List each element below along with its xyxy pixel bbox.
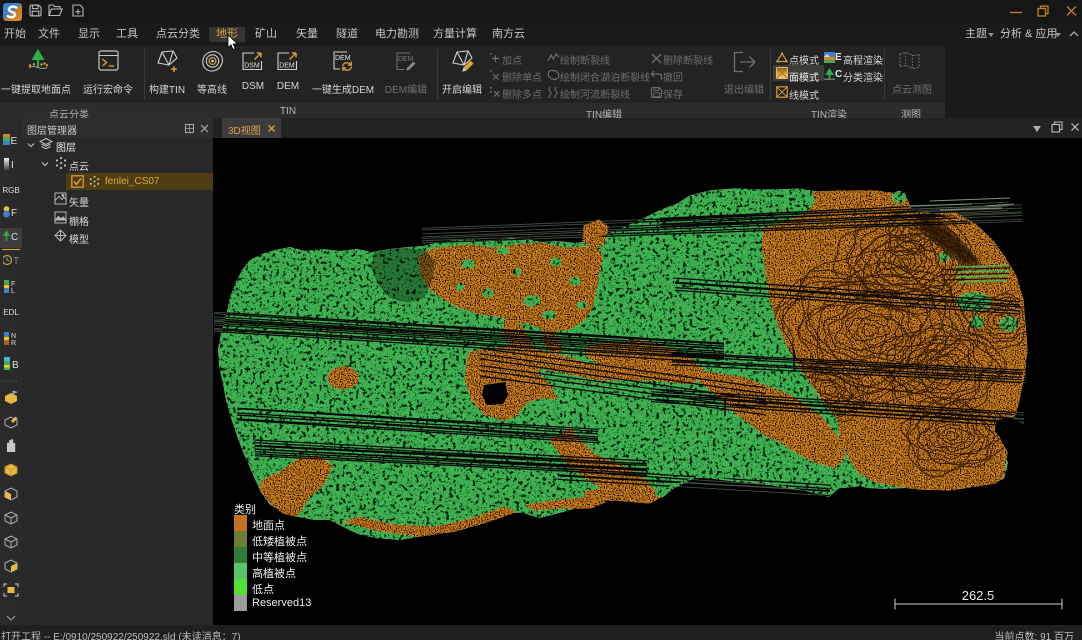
svg-text:B: B — [12, 360, 19, 371]
svg-text:F: F — [11, 281, 15, 288]
svg-text:DEM: DEM — [279, 63, 295, 70]
svg-text:F: F — [11, 208, 17, 218]
svg-text:N: N — [11, 333, 16, 340]
svg-text:DEM: DEM — [335, 55, 351, 62]
svg-text:T: T — [13, 256, 19, 266]
svg-text:R: R — [11, 340, 16, 346]
svg-text:DEM: DEM — [398, 56, 414, 63]
svg-text:L: L — [11, 288, 15, 294]
svg-text:DSM: DSM — [244, 63, 260, 70]
svg-text:C: C — [11, 232, 18, 242]
svg-text:I: I — [11, 160, 14, 170]
svg-text:E: E — [11, 136, 18, 146]
